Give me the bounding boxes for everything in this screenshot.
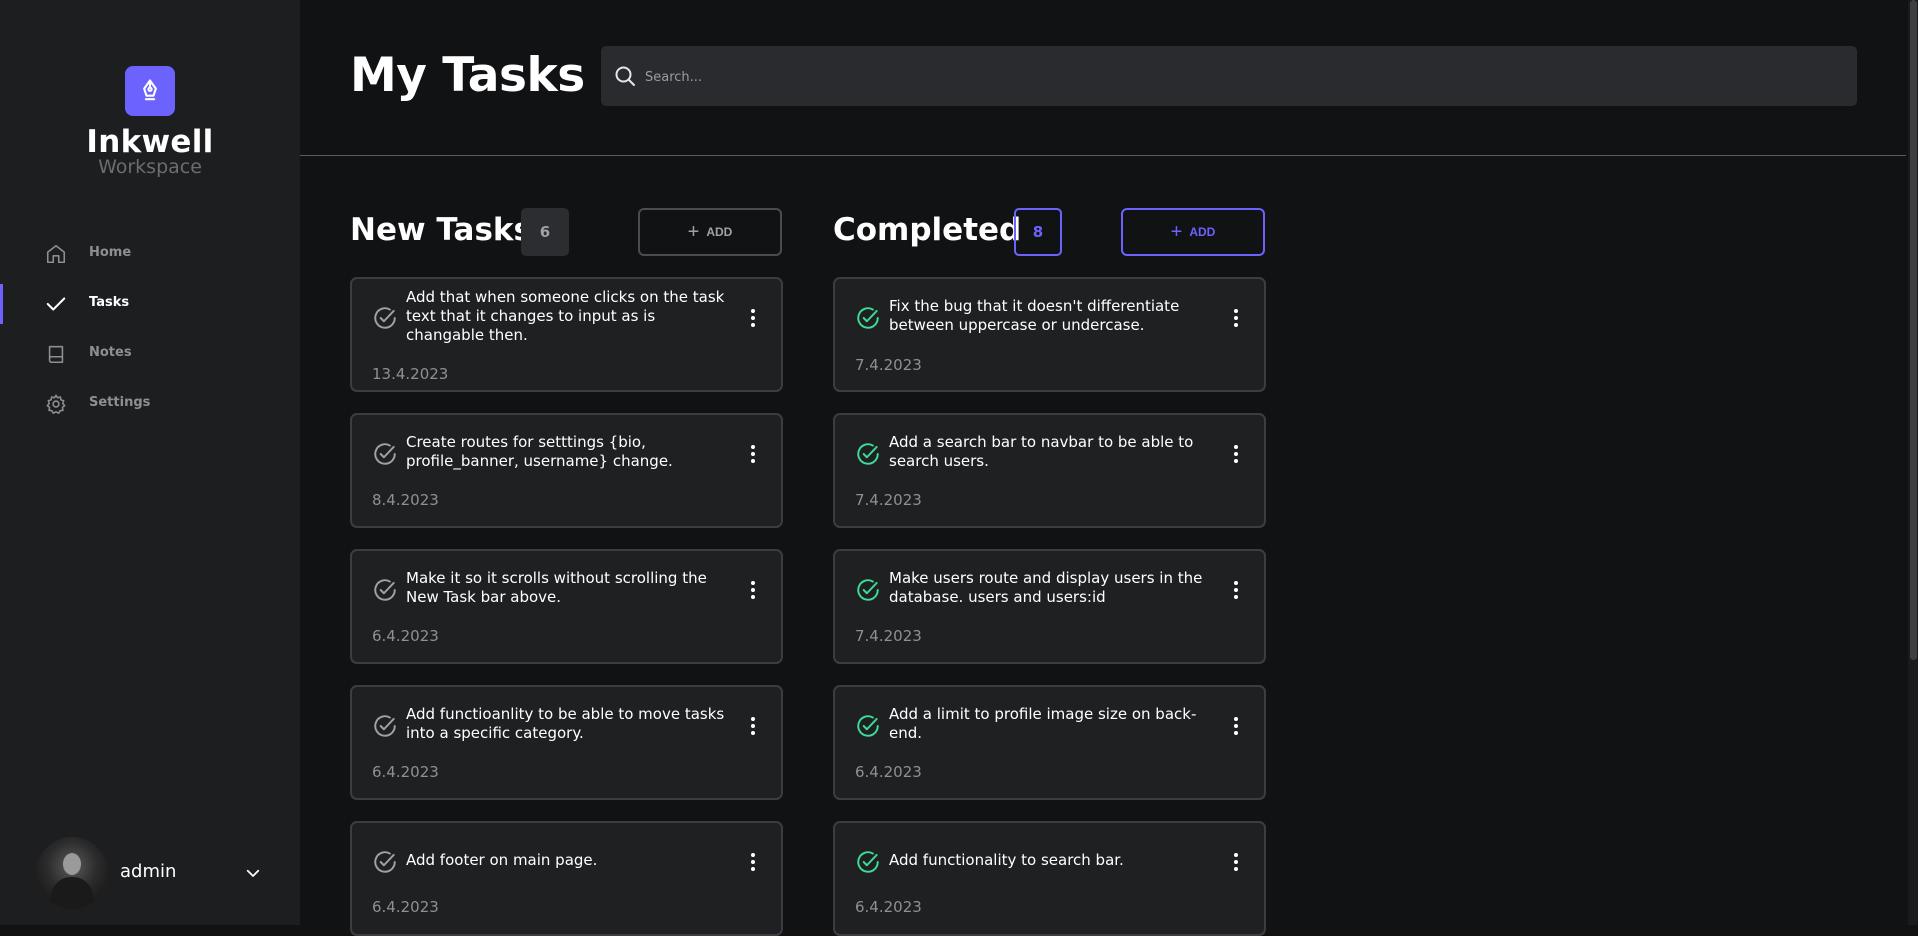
check-icon [46, 297, 66, 311]
new-task-card[interactable]: Add that when someone clicks on the task… [350, 277, 783, 392]
task-text[interactable]: Add that when someone clicks on the task… [406, 288, 736, 345]
sidebar-item-home[interactable]: Home [0, 234, 300, 274]
new-task-card[interactable]: Add footer on main page. 6.4.2023 [350, 821, 783, 936]
check-circle-icon[interactable] [855, 849, 881, 875]
check-circle-icon[interactable] [372, 713, 398, 739]
avatar [36, 837, 108, 909]
sidebar-item-tasks[interactable]: Tasks [0, 284, 300, 324]
completed-task-card[interactable]: Add a search bar to navbar to be able to… [833, 413, 1266, 528]
completed-task-card[interactable]: Make users route and display users in th… [833, 549, 1266, 664]
completed-count-badge: 8 [1014, 208, 1062, 256]
task-date: 7.4.2023 [855, 356, 922, 374]
more-vertical-icon[interactable] [1229, 306, 1243, 330]
sidebar-item-label: Notes [89, 345, 132, 360]
add-completed-task-button[interactable]: + ADD [1121, 208, 1265, 256]
chevron-down-icon [246, 869, 260, 877]
more-vertical-icon[interactable] [1229, 850, 1243, 874]
completed-title: Completed [833, 212, 1022, 248]
user-name: admin [120, 861, 177, 882]
search-icon [615, 66, 635, 86]
add-button-label: ADD [1189, 225, 1216, 239]
pen-nib-icon [143, 79, 157, 101]
task-date: 6.4.2023 [855, 898, 922, 916]
task-text[interactable]: Add footer on main page. [406, 851, 736, 870]
brand-subtitle: Workspace [98, 156, 202, 178]
user-menu[interactable]: admin [36, 837, 276, 909]
task-date: 8.4.2023 [372, 491, 439, 509]
task-date: 6.4.2023 [372, 763, 439, 781]
task-text[interactable]: Create routes for setttings {bio, profil… [406, 433, 736, 471]
task-text[interactable]: Make users route and display users in th… [889, 569, 1219, 607]
more-vertical-icon[interactable] [746, 714, 760, 738]
completed-task-card[interactable]: Fix the bug that it doesn't differentiat… [833, 277, 1266, 392]
sidebar-item-label: Settings [89, 395, 151, 410]
check-circle-icon[interactable] [372, 441, 398, 467]
task-date: 13.4.2023 [372, 365, 449, 383]
more-vertical-icon[interactable] [746, 850, 760, 874]
new-task-card[interactable]: Create routes for setttings {bio, profil… [350, 413, 783, 528]
book-icon [48, 345, 64, 364]
logo[interactable] [125, 66, 175, 116]
add-button-label: ADD [706, 225, 733, 239]
check-circle-icon[interactable] [372, 849, 398, 875]
task-text[interactable]: Fix the bug that it doesn't differentiat… [889, 297, 1219, 335]
sidebar-item-label: Home [89, 245, 132, 260]
plus-icon: + [687, 221, 700, 243]
new-tasks-title: New Tasks [350, 212, 532, 248]
plus-icon: + [1170, 221, 1183, 243]
search-bar [601, 46, 1857, 108]
task-date: 6.4.2023 [372, 898, 439, 916]
task-date: 7.4.2023 [855, 627, 922, 645]
task-text[interactable]: Add functionality to search bar. [889, 851, 1219, 870]
more-vertical-icon[interactable] [746, 442, 760, 466]
task-date: 7.4.2023 [855, 491, 922, 509]
scrollbar-thumb[interactable] [1910, 0, 1917, 660]
check-circle-icon[interactable] [855, 305, 881, 331]
task-text[interactable]: Add a limit to profile image size on bac… [889, 705, 1219, 743]
task-text[interactable]: Make it so it scrolls without scrolling … [406, 569, 736, 607]
completed-task-card[interactable]: Add functionality to search bar. 6.4.202… [833, 821, 1266, 936]
sidebar: Inkwell Workspace Home Tasks Notes Setti… [0, 0, 300, 925]
more-vertical-icon[interactable] [1229, 714, 1243, 738]
sidebar-item-notes[interactable]: Notes [0, 334, 300, 374]
home-icon [46, 244, 66, 264]
header-divider [300, 155, 1906, 156]
check-circle-icon[interactable] [855, 441, 881, 467]
sidebar-item-settings[interactable]: Settings [0, 384, 300, 424]
more-vertical-icon[interactable] [1229, 578, 1243, 602]
check-circle-icon[interactable] [855, 577, 881, 603]
more-vertical-icon[interactable] [746, 306, 760, 330]
completed-task-card[interactable]: Add a limit to profile image size on bac… [833, 685, 1266, 800]
new-task-card[interactable]: Make it so it scrolls without scrolling … [350, 549, 783, 664]
gear-icon [46, 394, 66, 414]
check-circle-icon[interactable] [372, 577, 398, 603]
more-vertical-icon[interactable] [746, 578, 760, 602]
new-task-card[interactable]: Add functioanlity to be able to move tas… [350, 685, 783, 800]
check-circle-icon[interactable] [855, 713, 881, 739]
task-text[interactable]: Add functioanlity to be able to move tas… [406, 705, 736, 743]
sidebar-item-label: Tasks [89, 295, 130, 310]
brand-name: Inkwell [86, 124, 214, 160]
more-vertical-icon[interactable] [1229, 442, 1243, 466]
task-text[interactable]: Add a search bar to navbar to be able to… [889, 433, 1219, 471]
check-circle-icon[interactable] [372, 305, 398, 331]
search-input[interactable] [643, 46, 1847, 108]
page-title: My Tasks [350, 48, 585, 103]
new-tasks-count-badge: 6 [521, 208, 569, 256]
task-date: 6.4.2023 [855, 763, 922, 781]
task-date: 6.4.2023 [372, 627, 439, 645]
add-new-task-button[interactable]: + ADD [638, 208, 782, 256]
